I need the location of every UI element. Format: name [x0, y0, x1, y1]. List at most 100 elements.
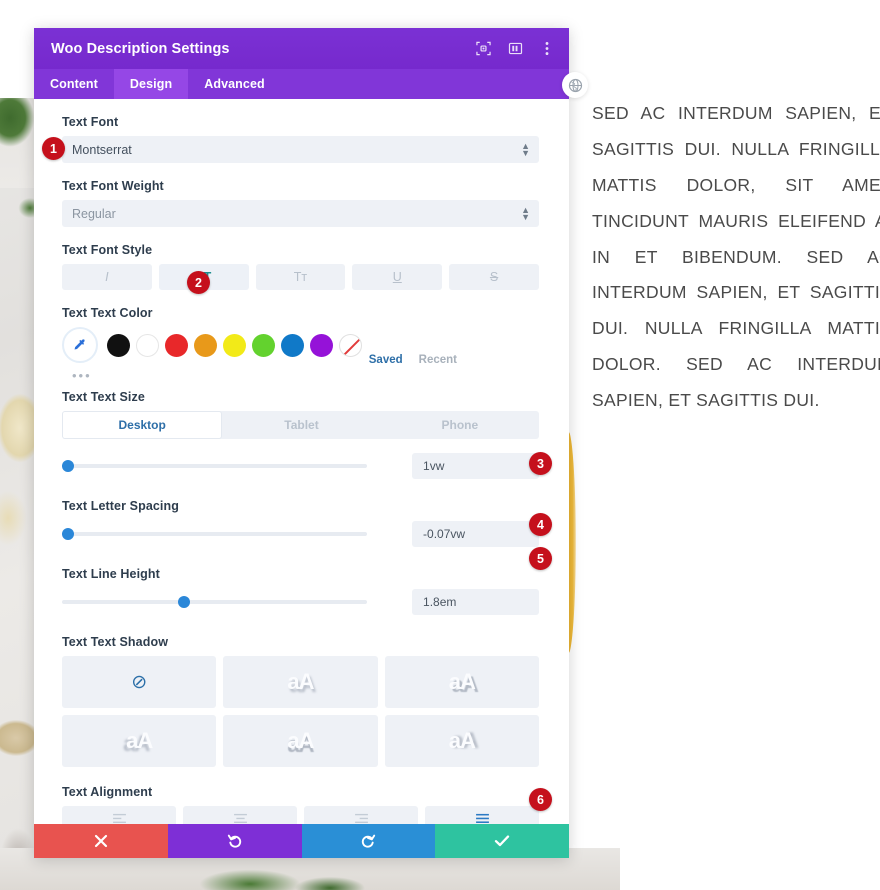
italic-glyph: I [105, 270, 109, 284]
text-font-weight-value: Regular [72, 206, 116, 221]
letter-spacing-value-input[interactable]: -0.07vw [412, 521, 539, 547]
callout-badge-3: 3 [529, 452, 552, 475]
kebab-menu-icon[interactable] [539, 41, 555, 57]
tab-design[interactable]: Design [113, 69, 189, 99]
cancel-button[interactable] [34, 824, 168, 858]
smallcaps-button[interactable]: Tт [255, 264, 346, 290]
align-justify-button[interactable] [425, 806, 539, 824]
line-height-value-input[interactable]: 1.8em [412, 589, 539, 615]
underline-button[interactable]: U [352, 264, 443, 290]
modal-header: Woo Description Settings [34, 28, 569, 69]
align-right-button[interactable] [304, 806, 418, 824]
shadow-sample-2: aA [448, 669, 476, 694]
callout-number: 4 [537, 517, 544, 532]
swatch-green[interactable] [252, 333, 275, 357]
saved-link[interactable]: Saved [369, 354, 403, 366]
callout-badge-1: 1 [42, 137, 65, 160]
undo-button[interactable] [167, 824, 302, 858]
field-text-letter-spacing: Text Letter Spacing -0.07vw [62, 499, 539, 547]
align-center-button[interactable] [183, 806, 297, 824]
field-text-font: Text Font Montserrat ▲ ▼ [62, 115, 539, 163]
label-text-font: Text Font [62, 115, 119, 129]
shadow-sample-4: aA [287, 728, 314, 753]
label-text-letter-spacing: Text Letter Spacing [62, 499, 179, 513]
label-text-font-weight: Text Font Weight [62, 179, 164, 193]
header-icon-group [475, 41, 555, 57]
smallcaps-glyph: Tт [293, 270, 308, 284]
label-text-text-size: Text Text Size [62, 390, 145, 404]
line-height-slider-row: 1.8em [62, 589, 539, 615]
swatch-orange[interactable] [194, 333, 217, 357]
swatch-blue[interactable] [281, 333, 304, 357]
callout-badge-5: 5 [529, 547, 552, 570]
text-shadow-option-4[interactable]: aA [223, 715, 378, 767]
text-shadow-grid: ⊘ aA aA aA aA aA [62, 656, 539, 767]
eyedropper-button[interactable] [62, 327, 98, 363]
text-font-value: Montserrat [72, 142, 132, 157]
text-font-weight-select[interactable]: Regular ▲ ▼ [62, 200, 539, 227]
callout-badge-2: 2 [187, 271, 210, 294]
tab-bar: Content Design Advanced [34, 69, 569, 99]
text-shadow-option-2[interactable]: aA [384, 656, 539, 708]
text-size-value-input[interactable]: 1vw [412, 453, 539, 479]
align-left-button[interactable] [62, 806, 176, 824]
font-style-button-row: I TT Tт U S [62, 264, 539, 290]
field-text-line-height: Text Line Height 1.8em [62, 567, 539, 615]
text-shadow-none-option[interactable]: ⊘ [62, 656, 217, 708]
label-text-alignment: Text Alignment [62, 785, 153, 799]
settings-modal: Woo Description Settings Content Design … [34, 28, 569, 858]
settings-body: Text Font Montserrat ▲ ▼ Text Font Weight… [34, 99, 569, 824]
letter-spacing-slider-track[interactable] [62, 528, 368, 540]
italic-button[interactable]: I [62, 264, 152, 290]
letter-spacing-slider-knob[interactable] [62, 528, 75, 540]
chevron-updown-icon: ▲ ▼ [521, 204, 530, 222]
swatch-white[interactable] [136, 333, 159, 357]
callout-number: 1 [50, 141, 57, 156]
callout-number: 6 [537, 792, 544, 807]
swatch-purple[interactable] [310, 333, 333, 357]
callout-number: 2 [195, 275, 202, 290]
text-shadow-option-3[interactable]: aA [62, 715, 217, 767]
text-alignment-row [62, 806, 539, 824]
shadow-sample-1: aA [287, 669, 314, 694]
callout-number: 5 [537, 551, 544, 566]
text-size-slider-row: 1vw [62, 453, 539, 479]
label-text-line-height: Text Line Height [62, 567, 160, 581]
more-colors-icon[interactable]: ••• [72, 369, 539, 382]
field-text-font-style: Text Font Style I TT Tт U S [62, 243, 539, 290]
swatch-transparent[interactable] [339, 333, 362, 357]
callout-badge-4: 4 [529, 513, 552, 536]
swatch-red[interactable] [165, 333, 188, 357]
save-button[interactable] [435, 824, 569, 858]
swatch-black[interactable] [107, 333, 130, 357]
text-size-slider-knob[interactable] [62, 460, 75, 472]
shadow-sample-3: aA [126, 728, 153, 753]
callout-badge-6: 6 [529, 788, 552, 811]
device-tab-phone[interactable]: Phone [381, 411, 539, 439]
recent-link[interactable]: Recent [419, 354, 457, 366]
letter-spacing-slider-row: -0.07vw [62, 521, 539, 547]
preview-text: SED AC INTERDUM SAPIEN, ET SAGITTIS DUI.… [592, 103, 880, 410]
device-tab-group: Desktop Tablet Phone [62, 411, 539, 439]
focus-target-icon[interactable] [475, 41, 491, 57]
line-height-slider-track[interactable] [62, 596, 368, 608]
saved-recent-row: Saved Recent [62, 354, 539, 366]
strikethrough-button[interactable]: S [449, 264, 539, 290]
tab-content[interactable]: Content [34, 69, 114, 99]
redo-button[interactable] [301, 824, 436, 858]
line-height-slider-knob[interactable] [178, 596, 190, 608]
device-tab-tablet[interactable]: Tablet [222, 411, 380, 439]
text-size-slider-track[interactable] [62, 460, 368, 472]
text-shadow-option-5[interactable]: aA [384, 715, 539, 767]
tab-advanced[interactable]: Advanced [188, 69, 281, 99]
text-font-select[interactable]: Montserrat ▲ ▼ [62, 136, 539, 163]
swatch-yellow[interactable] [223, 333, 246, 357]
device-tab-desktop[interactable]: Desktop [62, 411, 223, 439]
page-root: SED AC INTERDUM SAPIEN, ET SAGITTIS DUI.… [0, 0, 880, 890]
globe-icon[interactable] [562, 72, 588, 98]
chevron-updown-icon: ▲ ▼ [521, 140, 530, 158]
field-text-text-color: Text Text Color Saved Recent ••• [62, 306, 539, 382]
text-shadow-option-1[interactable]: aA [223, 656, 378, 708]
layout-panel-icon[interactable] [507, 41, 523, 57]
label-text-text-color: Text Text Color [62, 306, 153, 320]
